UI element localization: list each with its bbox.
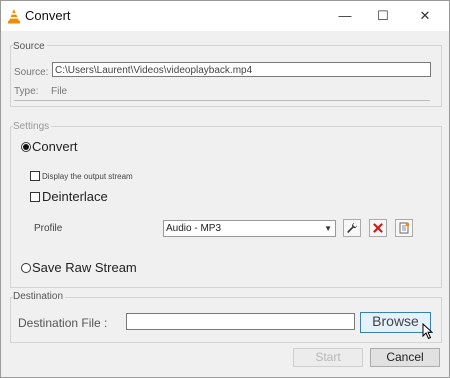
save-raw-label: Save Raw Stream xyxy=(32,260,137,275)
browse-label: Browse xyxy=(372,313,419,329)
new-profile-button[interactable] xyxy=(395,219,413,237)
deinterlace-checkbox[interactable] xyxy=(30,192,40,202)
profile-select[interactable]: Audio - MP3 ▼ xyxy=(163,220,336,237)
browse-button[interactable]: Browse xyxy=(360,312,431,333)
convert-radio[interactable] xyxy=(21,142,31,152)
display-output-checkbox[interactable] xyxy=(30,171,40,181)
source-label: Source: xyxy=(14,67,49,78)
save-raw-radio[interactable] xyxy=(21,263,31,273)
destination-file-input[interactable] xyxy=(126,313,355,330)
convert-dialog: Convert — ☐ ✕ Source Source: C:\Users\La… xyxy=(0,0,450,378)
source-path-field[interactable]: C:\Users\Laurent\Videos\videoplayback.mp… xyxy=(52,62,431,77)
minimize-button[interactable]: — xyxy=(331,5,359,27)
maximize-icon: ☐ xyxy=(377,8,389,23)
mouse-cursor-icon xyxy=(422,323,434,340)
wrench-icon xyxy=(347,223,357,233)
start-label: Start xyxy=(315,350,341,364)
type-label: Type: xyxy=(14,86,39,97)
type-value: File xyxy=(51,86,68,97)
delete-profile-button[interactable] xyxy=(369,219,387,237)
cancel-button[interactable]: Cancel xyxy=(370,348,440,367)
edit-profile-button[interactable] xyxy=(343,219,361,237)
close-icon: ✕ xyxy=(419,8,431,23)
convert-label: Convert xyxy=(32,139,78,154)
start-button[interactable]: Start xyxy=(293,348,363,367)
destination-file-label: Destination File : xyxy=(18,316,108,330)
new-profile-icon xyxy=(399,222,410,234)
vlc-cone-icon xyxy=(8,9,20,24)
close-button[interactable]: ✕ xyxy=(411,5,439,27)
chevron-down-icon: ▼ xyxy=(324,224,332,233)
delete-icon xyxy=(373,223,383,233)
minimize-icon: — xyxy=(338,8,352,23)
maximize-button[interactable]: ☐ xyxy=(369,5,397,27)
profile-select-value: Audio - MP3 xyxy=(166,223,222,234)
title-bar: Convert — ☐ ✕ xyxy=(1,1,449,31)
settings-group-label: Settings xyxy=(13,121,52,132)
source-divider xyxy=(14,100,430,101)
source-group-label: Source xyxy=(13,41,47,52)
cancel-label: Cancel xyxy=(386,350,424,364)
destination-group-label: Destination xyxy=(13,291,66,302)
deinterlace-label: Deinterlace xyxy=(42,189,108,204)
profile-label: Profile xyxy=(34,223,63,234)
display-output-label: Display the output stream xyxy=(42,172,133,181)
window-title: Convert xyxy=(25,8,71,23)
